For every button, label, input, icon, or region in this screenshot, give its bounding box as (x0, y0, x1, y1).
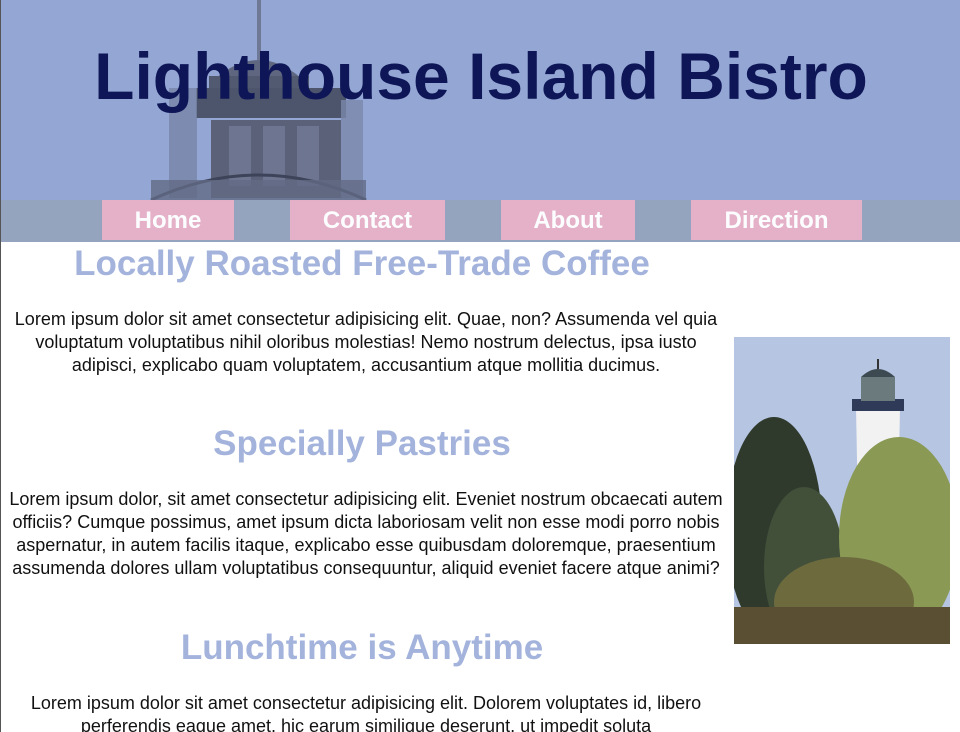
section-heading-coffee: Locally Roasted Free-Trade Coffee (74, 244, 650, 283)
nav-home[interactable]: Home (102, 200, 234, 240)
site-title: Lighthouse Island Bistro (94, 39, 868, 113)
main-nav: Home Contact About Direction (1, 200, 960, 242)
page: Lighthouse Island Bistro Home Contact Ab… (0, 0, 960, 732)
section-text-pastries: Lorem ipsum dolor, sit amet consectetur … (9, 489, 723, 578)
lighthouse-photo (734, 337, 950, 644)
nav-contact[interactable]: Contact (290, 200, 445, 240)
lighthouse-photo-image (734, 337, 950, 644)
nav-direction[interactable]: Direction (691, 200, 862, 240)
section-heading-lunch: Lunchtime is Anytime (180, 628, 544, 667)
section-heading-pastries: Specially Pastries (213, 424, 511, 463)
nav-about[interactable]: About (501, 200, 635, 240)
section-text-coffee: Lorem ipsum dolor sit amet consectetur a… (14, 309, 718, 375)
section-text-lunch: Lorem ipsum dolor sit amet consectetur a… (30, 693, 702, 732)
